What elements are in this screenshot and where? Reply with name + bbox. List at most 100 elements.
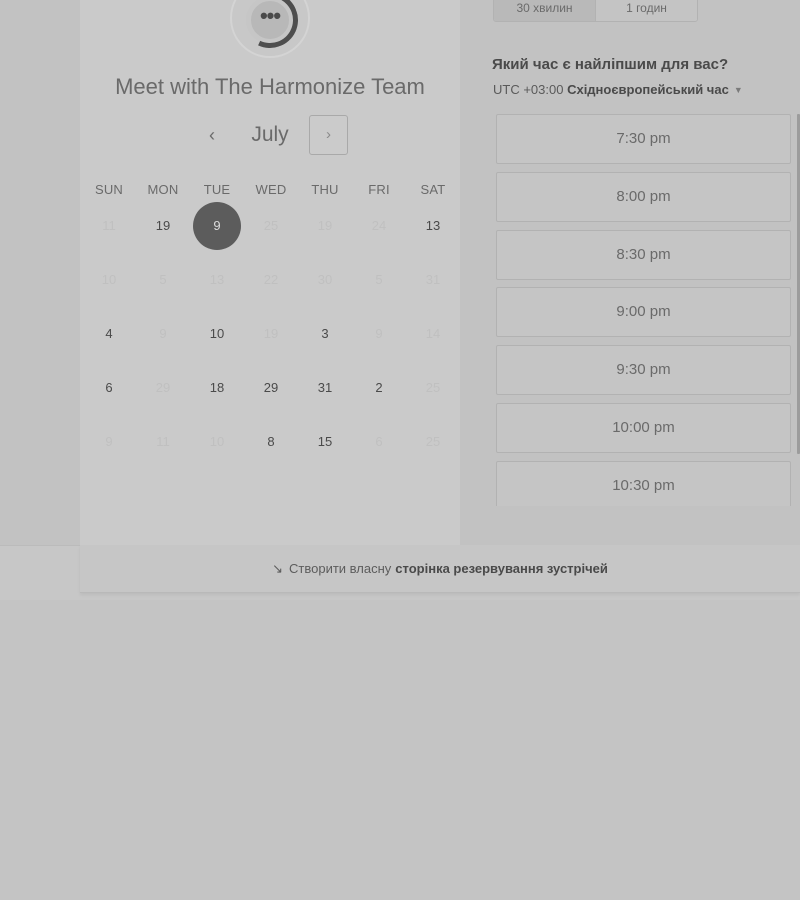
calendar-day: 19: [246, 309, 296, 359]
calendar-day: 6: [354, 417, 404, 467]
calendar-day: 24: [354, 201, 404, 251]
calendar-day: 29: [138, 363, 188, 413]
calendar-day-selected[interactable]: 9: [192, 201, 242, 251]
time-slot-button[interactable]: 7:30 pm: [496, 114, 791, 164]
timezone-name: Східноєвропейський час: [567, 82, 729, 97]
calendar-day-number: 29: [263, 380, 279, 395]
time-slot-list: 7:30 pm 8:00 pm 8:30 pm 9:00 pm 9:30 pm 10:00…: [496, 114, 792, 506]
duration-30-min-button[interactable]: 30 хвилин: [494, 0, 596, 21]
calendar-day: 11: [84, 201, 134, 251]
calendar-day: 25: [408, 363, 458, 413]
calendar-day-number: 31: [425, 272, 441, 287]
time-slot-button[interactable]: 9:00 pm: [496, 287, 791, 338]
calendar-day-number: 6: [375, 434, 383, 449]
calendar-day: 9: [138, 309, 188, 359]
time-slot-button[interactable]: 10:00 pm: [496, 403, 791, 453]
calendar-day-number: 14: [425, 326, 441, 341]
calendar-day[interactable]: 10: [192, 309, 242, 359]
calendar-day[interactable]: 2: [354, 363, 404, 413]
calendar-panel: ••• Meet with The Harmonize Team ‹ July …: [80, 0, 460, 545]
calendar-day: 19: [300, 201, 350, 251]
calendar-day-number: 18: [209, 380, 225, 395]
calendar-day-number: 5: [375, 272, 383, 287]
calendar-day: 25: [408, 417, 458, 467]
calendar-day[interactable]: 19: [138, 201, 188, 251]
calendar-day[interactable]: 29: [246, 363, 296, 413]
calendar-day[interactable]: 31: [300, 363, 350, 413]
calendar-day[interactable]: 18: [192, 363, 242, 413]
time-slot-button[interactable]: 9:30 pm: [496, 345, 791, 396]
footer-link-bar[interactable]: ↘ Створити власну сторінка резервування …: [80, 545, 800, 593]
time-slot-button[interactable]: 8:30 pm: [496, 229, 791, 280]
meeting-title: Meet with The Harmonize Team: [115, 74, 425, 99]
calendar-day: 14: [408, 309, 458, 359]
calendar-day: 30: [300, 255, 350, 305]
calendar-day: 22: [246, 255, 296, 305]
weekday-mon: MON: [147, 182, 179, 197]
calendar-day: 10: [84, 255, 134, 305]
duration-1-hour-button[interactable]: 1 годин: [596, 0, 697, 21]
footer-prefix: Створити власну: [289, 561, 392, 576]
calendar-day-number: 9: [159, 326, 167, 341]
weekday-fri: FRI: [368, 182, 390, 197]
calendar-day-number: 25: [425, 380, 441, 395]
month-label: July: [251, 123, 289, 146]
calendar-day-number: 30: [317, 272, 333, 287]
calendar-day: 11: [138, 417, 188, 467]
time-question: Який час є найліпшим для вас?: [492, 56, 729, 73]
calendar-day[interactable]: 13: [408, 201, 458, 251]
calendar-day-number: 29: [155, 380, 171, 395]
sprocket-icon: ↘: [272, 560, 284, 576]
calendar-day-number: 5: [159, 272, 167, 287]
calendar-day-number: 19: [317, 218, 333, 233]
calendar-day[interactable]: 4: [84, 309, 134, 359]
previous-month-button[interactable]: ‹: [198, 121, 226, 149]
calendar-day-number: 11: [156, 434, 170, 449]
time-slot-button[interactable]: 8:00 pm: [496, 171, 791, 222]
weekday-thu: THU: [311, 182, 339, 197]
chevron-down-icon: ▼: [733, 85, 743, 95]
calendar-day[interactable]: 3: [300, 309, 350, 359]
weekday-sat: SAT: [420, 182, 446, 197]
chat-bubble-icon: •••: [259, 3, 281, 28]
calendar-day-number: 2: [375, 380, 383, 395]
calendar-day[interactable]: 6: [84, 363, 134, 413]
calendar-day-number: 6: [105, 380, 113, 395]
calendar-day-number: 10: [209, 434, 225, 449]
calendar-day-number: 10: [101, 272, 117, 287]
calendar-day-number: 31: [317, 380, 333, 395]
calendar-day-number: 8: [267, 434, 275, 449]
calendar-day-number: 19: [263, 326, 279, 341]
calendar-day-number: 11: [102, 218, 116, 233]
calendar-day-number: 3: [321, 326, 329, 341]
calendar-day-number: 10: [209, 326, 225, 341]
calendar-day[interactable]: 15: [300, 417, 350, 467]
footer-link[interactable]: сторінка резервування зустрічей: [395, 561, 608, 576]
calendar-day-number: 13: [425, 218, 441, 233]
calendar-day: 10: [192, 417, 242, 467]
month-navigation: ‹ July ›: [80, 115, 460, 155]
time-panel: 30 хвилин 1 годин Який час є найліпшим д…: [460, 0, 800, 545]
time-slot-button[interactable]: 10:30 pm: [496, 460, 791, 506]
calendar-day-number: 9: [213, 218, 221, 233]
calendar-day-number: 9: [375, 326, 383, 341]
calendar-day: 9: [354, 309, 404, 359]
next-month-button[interactable]: ›: [309, 115, 348, 155]
calendar-day[interactable]: 8: [246, 417, 296, 467]
calendar-day: 13: [192, 255, 242, 305]
calendar-day-number: 25: [263, 218, 279, 233]
calendar-day-number: 22: [263, 272, 279, 287]
calendar-day-number: 25: [425, 434, 441, 449]
calendar-day-number: 15: [317, 434, 333, 449]
duration-toggle: 30 хвилин 1 годин: [493, 0, 698, 22]
calendar-day-number: 24: [371, 218, 387, 233]
weekday-tue: TUE: [203, 182, 231, 197]
weekday-header: SUN MON TUE WED THU FRI SAT: [80, 182, 460, 200]
timezone-selector[interactable]: UTC +03:00 Східноєвропейський час ▼: [493, 82, 743, 97]
calendar-day-number: 9: [105, 434, 113, 449]
timezone-offset: UTC +03:00: [493, 82, 564, 97]
calendar-grid: 11 19 9 25 19 24 13 10 5 13 22 30 5 31 4 9 10 19 3 9 14 6 29 18…: [80, 200, 460, 470]
calendar-day: 9: [84, 417, 134, 467]
calendar-day: 25: [246, 201, 296, 251]
calendar-day-number: 19: [155, 218, 171, 233]
